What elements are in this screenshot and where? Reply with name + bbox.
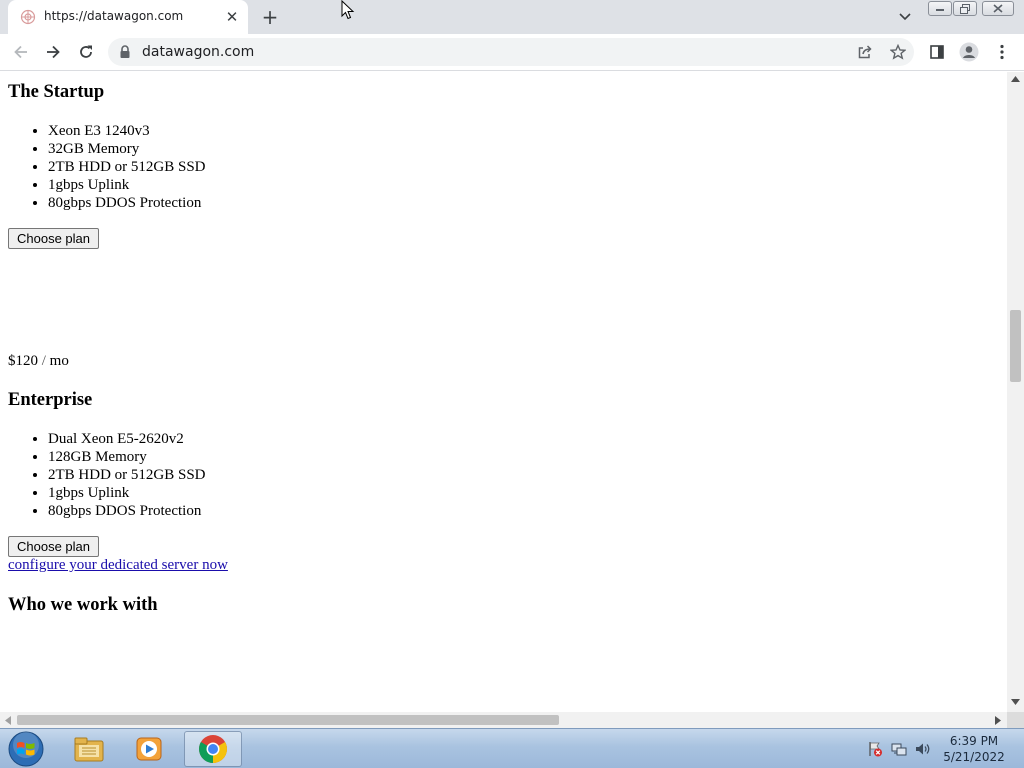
price-separator: / <box>41 353 46 369</box>
url-text: datawagon.com <box>142 44 255 60</box>
list-item: 32GB Memory <box>48 140 206 158</box>
mouse-cursor-icon <box>341 0 355 20</box>
scroll-right-arrow-icon[interactable] <box>995 716 1001 725</box>
clock-date: 5/21/2022 <box>943 750 1005 764</box>
price-period: mo <box>49 353 69 369</box>
star-icon[interactable] <box>885 39 911 65</box>
media-player-icon[interactable] <box>120 731 178 767</box>
lock-icon[interactable] <box>119 45 131 59</box>
startup-feature-list: Xeon E3 1240v3 32GB Memory 2TB HDD or 51… <box>48 122 206 212</box>
scroll-up-arrow-icon[interactable] <box>1011 76 1020 82</box>
side-panel-icon[interactable] <box>924 39 950 65</box>
list-item: 2TB HDD or 512GB SSD <box>48 158 206 176</box>
list-item: 80gbps DDOS Protection <box>48 502 206 520</box>
plus-icon[interactable]: + <box>258 5 282 29</box>
windows-start-icon[interactable] <box>6 731 46 767</box>
browser-tab[interactable]: https://datawagon.com ✕ <box>8 0 248 34</box>
tab-title: https://datawagon.com <box>44 9 184 23</box>
vertical-scrollbar[interactable] <box>1007 72 1024 712</box>
list-item: Xeon E3 1240v3 <box>48 122 206 140</box>
list-item: 80gbps DDOS Protection <box>48 194 206 212</box>
horizontal-scrollbar[interactable] <box>0 712 1007 728</box>
price-enterprise: $120 / mo <box>8 353 69 370</box>
configure-server-link[interactable]: configure your dedicated server now <box>8 557 228 574</box>
minimize-window-button[interactable] <box>928 1 952 16</box>
list-item: 1gbps Uplink <box>48 484 206 502</box>
tab-strip: https://datawagon.com ✕ + <box>0 0 1024 34</box>
enterprise-feature-list: Dual Xeon E5-2620v2 128GB Memory 2TB HDD… <box>48 430 206 520</box>
list-item: 2TB HDD or 512GB SSD <box>48 466 206 484</box>
system-clock[interactable]: 6:39 PM 5/21/2022 <box>932 733 1016 765</box>
vertical-scroll-thumb[interactable] <box>1010 310 1021 382</box>
reload-icon[interactable] <box>73 39 99 65</box>
page-viewport: The Startup Xeon E3 1240v3 32GB Memory 2… <box>0 72 1007 712</box>
back-icon[interactable] <box>8 39 34 65</box>
taskbar: 6:39 PM 5/21/2022 <box>0 728 1024 768</box>
scroll-left-arrow-icon[interactable] <box>5 716 11 725</box>
volume-icon[interactable] <box>914 741 932 757</box>
list-item: Dual Xeon E5-2620v2 <box>48 430 206 448</box>
scrollbar-corner <box>1007 712 1024 728</box>
close-window-button[interactable] <box>982 1 1014 16</box>
horizontal-scroll-thumb[interactable] <box>17 715 559 725</box>
choose-plan-button-enterprise[interactable]: Choose plan <box>8 536 99 557</box>
plan-heading-enterprise: Enterprise <box>8 390 93 410</box>
list-item: 1gbps Uplink <box>48 176 206 194</box>
share-icon[interactable] <box>852 39 878 65</box>
price-amount: $120 <box>8 353 38 369</box>
chevron-down-icon[interactable] <box>894 7 916 27</box>
list-item: 128GB Memory <box>48 448 206 466</box>
flag-icon[interactable] <box>866 741 884 757</box>
browser-toolbar: datawagon.com <box>0 34 1024 71</box>
clock-time: 6:39 PM <box>949 734 999 748</box>
partners-heading: Who we work with <box>8 595 158 615</box>
address-bar[interactable]: datawagon.com <box>108 38 914 66</box>
file-explorer-icon[interactable] <box>60 731 118 767</box>
forward-icon[interactable] <box>40 39 66 65</box>
close-icon[interactable]: ✕ <box>222 7 242 27</box>
profile-icon[interactable] <box>956 39 982 65</box>
favicon-icon <box>20 9 36 25</box>
plan-heading-startup: The Startup <box>8 82 105 102</box>
network-icon[interactable] <box>890 741 908 757</box>
choose-plan-button-startup[interactable]: Choose plan <box>8 228 99 249</box>
menu-icon[interactable] <box>989 39 1015 65</box>
scroll-down-arrow-icon[interactable] <box>1011 699 1020 705</box>
chrome-icon[interactable] <box>184 731 242 767</box>
restore-window-button[interactable] <box>953 1 977 16</box>
